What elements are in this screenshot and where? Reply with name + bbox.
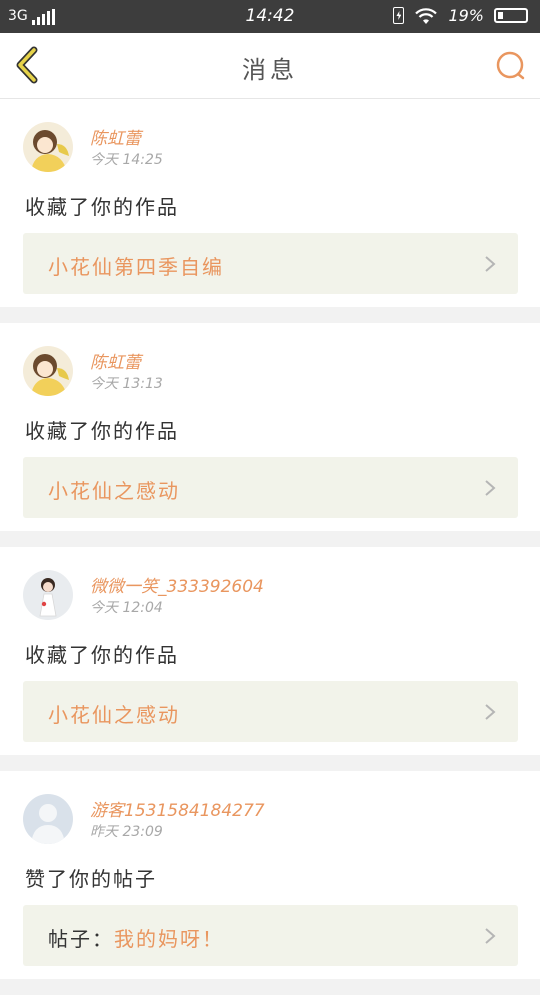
user-name[interactable]: 微微一笑_333392604 [90, 572, 264, 597]
default-user-avatar-icon [23, 794, 73, 844]
timestamp: 今天 12:04 [90, 600, 163, 616]
post-link[interactable]: 帖子：我的妈呀！ [23, 905, 518, 966]
chevron-right-icon [485, 256, 496, 272]
action-text: 赞了你的帖子 [25, 867, 157, 891]
search-icon [496, 51, 525, 80]
notification-card: 游客1531584184277 昨天 23:09 赞了你的帖子 帖子：我的妈呀！ [0, 771, 540, 979]
action-text: 收藏了你的作品 [25, 419, 179, 443]
notification-card: 陈虹蕾 今天 13:13 收藏了你的作品 小花仙之感动 [0, 323, 540, 531]
notification-card: 陈虹蕾 今天 14:25 收藏了你的作品 小花仙第四季自编 [0, 99, 540, 307]
doll-photo-avatar-icon [23, 570, 73, 620]
battery-fill [498, 12, 503, 19]
search-button[interactable] [494, 49, 528, 83]
work-link-title: 小花仙之感动 [48, 703, 180, 727]
work-link-title: 小花仙第四季自编 [48, 255, 224, 279]
battery-level: 19% [448, 6, 484, 25]
work-link[interactable]: 小花仙第四季自编 [23, 233, 518, 294]
action-text: 收藏了你的作品 [25, 195, 179, 219]
work-link[interactable]: 小花仙之感动 [23, 457, 518, 518]
post-link-title: 帖子：我的妈呀！ [48, 927, 224, 951]
status-right: 19% [393, 6, 528, 25]
timestamp: 今天 13:13 [90, 376, 163, 392]
cartoon-girl-avatar-icon [23, 346, 73, 396]
battery-icon [494, 8, 528, 23]
user-name[interactable]: 游客1531584184277 [90, 796, 265, 821]
work-link[interactable]: 小花仙之感动 [23, 681, 518, 742]
avatar[interactable] [23, 570, 73, 620]
timestamp: 今天 14:25 [90, 152, 163, 168]
action-text: 收藏了你的作品 [25, 643, 179, 667]
header: 消息 [0, 33, 540, 99]
status-bar: 3G 14:42 19% [0, 0, 540, 33]
notification-card: 微微一笑_333392604 今天 12:04 收藏了你的作品 小花仙之感动 [0, 547, 540, 755]
cartoon-girl-avatar-icon [23, 122, 73, 172]
avatar[interactable] [23, 122, 73, 172]
avatar[interactable] [23, 794, 73, 844]
user-name[interactable]: 陈虹蕾 [90, 348, 141, 373]
chevron-right-icon [485, 928, 496, 944]
chevron-right-icon [485, 704, 496, 720]
timestamp: 昨天 23:09 [90, 824, 163, 840]
notification-list: 陈虹蕾 今天 14:25 收藏了你的作品 小花仙第四季自编 陈虹蕾 今天 13:… [0, 99, 540, 995]
work-link-title: 小花仙之感动 [48, 479, 180, 503]
battery-charge-icon [393, 7, 405, 24]
avatar[interactable] [23, 346, 73, 396]
page-title: 消息 [242, 56, 298, 84]
user-name[interactable]: 陈虹蕾 [90, 124, 141, 149]
wifi-icon [415, 7, 438, 24]
chevron-right-icon [485, 480, 496, 496]
